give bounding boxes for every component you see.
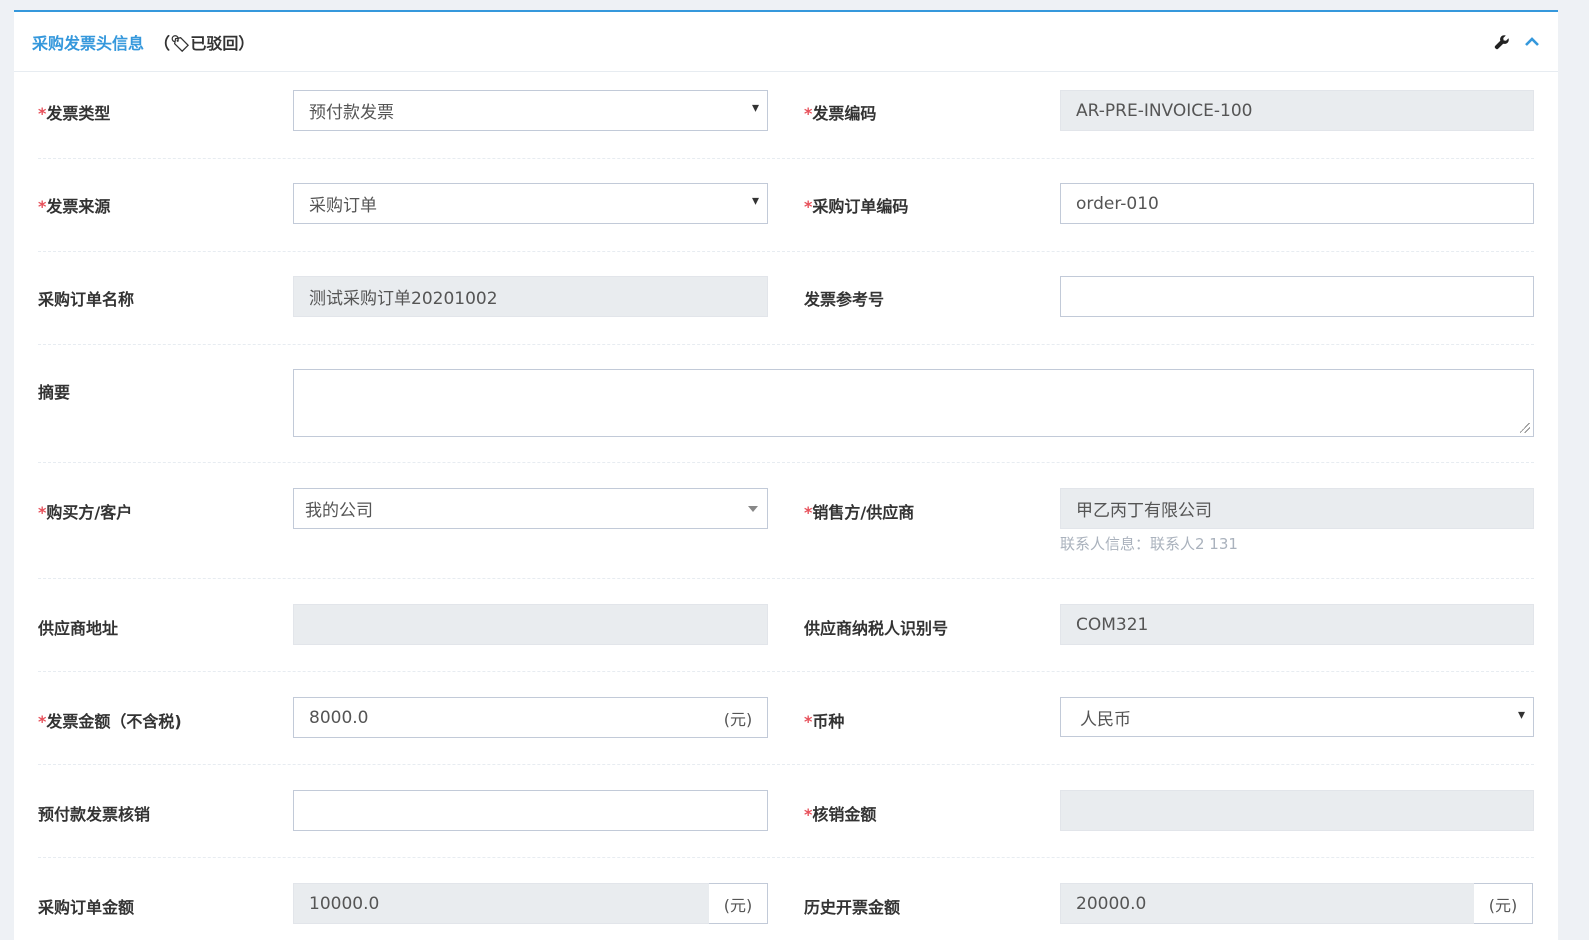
seller-contact-help: 联系人信息：联系人2 131 bbox=[1060, 535, 1238, 553]
writeoff-amount-label: *核销金额 bbox=[804, 805, 877, 824]
resize-handle[interactable] bbox=[1520, 423, 1530, 433]
form-row: *发票来源 采购订单 *采购订单编码 order-010 bbox=[38, 159, 1534, 252]
invoice-header-panel: 采购发票头信息 （🏷已驳回） *发票类型 预付款发票 *发票编码 AR-PRE-… bbox=[14, 10, 1558, 940]
currency-unit-addon: (元) bbox=[709, 697, 768, 738]
panel-header: 采购发票头信息 （🏷已驳回） bbox=[14, 12, 1558, 72]
seller-field: 甲乙丙丁有限公司 bbox=[1060, 488, 1534, 529]
summary-label: 摘要 bbox=[38, 383, 71, 402]
prepay-writeoff-input[interactable] bbox=[293, 790, 768, 831]
invoice-type-label: *发票类型 bbox=[38, 104, 111, 123]
invoice-code-field: AR-PRE-INVOICE-100 bbox=[1060, 90, 1534, 131]
supplier-tax-id-field: COM321 bbox=[1060, 604, 1534, 645]
invoice-amount-input[interactable]: 8000.0 bbox=[293, 697, 710, 738]
po-code-input[interactable]: order-010 bbox=[1060, 183, 1534, 224]
currency-label: *币种 bbox=[804, 712, 845, 731]
seller-label: *销售方/供应商 bbox=[804, 503, 915, 522]
supplier-address-label: 供应商地址 bbox=[38, 619, 119, 638]
history-amount-unit-addon: (元) bbox=[1474, 883, 1533, 924]
chevron-up-icon[interactable] bbox=[1524, 34, 1540, 50]
form-row: 供应商地址 供应商纳税人识别号 COM321 bbox=[38, 579, 1534, 672]
supplier-address-field bbox=[293, 604, 768, 645]
history-amount-label: 历史开票金额 bbox=[804, 898, 901, 917]
invoice-type-select[interactable]: 预付款发票 bbox=[293, 90, 768, 131]
status-badge: （🏷已驳回） bbox=[154, 33, 255, 53]
panel-tools bbox=[1494, 34, 1540, 50]
form-row: *发票金额（不含税) 8000.0 (元) *币种 人民币 bbox=[38, 672, 1534, 765]
invoice-code-label: *发票编码 bbox=[804, 104, 877, 123]
currency-select[interactable]: 人民币 bbox=[1060, 697, 1534, 737]
summary-textarea[interactable] bbox=[293, 369, 1534, 437]
form-row: *发票类型 预付款发票 *发票编码 AR-PRE-INVOICE-100 bbox=[38, 72, 1534, 159]
prepay-writeoff-label: 预付款发票核销 bbox=[38, 805, 151, 824]
supplier-tax-id-label: 供应商纳税人识别号 bbox=[804, 619, 949, 638]
form-row: 预付款发票核销 *核销金额 bbox=[38, 765, 1534, 858]
invoice-source-select[interactable]: 采购订单 bbox=[293, 183, 768, 224]
form-row: *购买方/客户 我的公司 *销售方/供应商 甲乙丙丁有限公司 联系人信息：联系人… bbox=[38, 463, 1534, 579]
form-row: 采购订单名称 测试采购订单20201002 发票参考号 bbox=[38, 252, 1534, 345]
po-name-label: 采购订单名称 bbox=[38, 290, 135, 309]
buyer-select[interactable]: 我的公司 bbox=[293, 488, 768, 529]
wrench-icon[interactable] bbox=[1494, 34, 1510, 50]
invoice-source-label: *发票来源 bbox=[38, 197, 111, 216]
po-amount-field: 10000.0 bbox=[293, 883, 710, 924]
po-name-field: 测试采购订单20201002 bbox=[293, 276, 768, 317]
invoice-ref-input[interactable] bbox=[1060, 276, 1534, 317]
buyer-label: *购买方/客户 bbox=[38, 503, 133, 522]
panel-title: 采购发票头信息 bbox=[32, 33, 145, 53]
invoice-amount-label: *发票金额（不含税) bbox=[38, 712, 182, 731]
history-amount-field: 20000.0 bbox=[1060, 883, 1475, 924]
form-row: 摘要 bbox=[38, 345, 1534, 463]
invoice-ref-label: 发票参考号 bbox=[804, 290, 885, 309]
po-code-label: *采购订单编码 bbox=[804, 197, 909, 216]
writeoff-amount-field bbox=[1060, 790, 1534, 831]
form-row: 采购订单金额 10000.0 (元) 历史开票金额 20000.0 (元) bbox=[38, 858, 1534, 938]
po-amount-unit-addon: (元) bbox=[709, 883, 768, 924]
po-amount-label: 采购订单金额 bbox=[38, 898, 135, 917]
